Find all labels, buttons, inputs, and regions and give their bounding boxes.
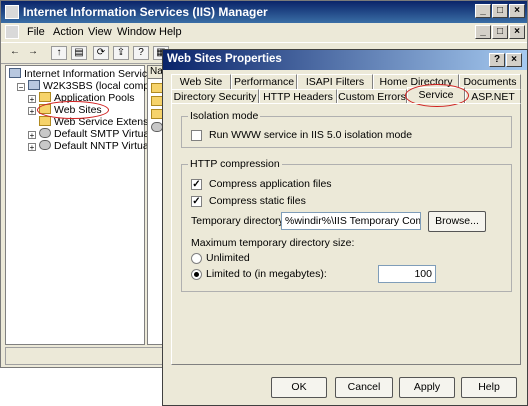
http-compression-group: HTTP compression ✓ Compress application … — [181, 158, 512, 292]
expand-web-sites-icon[interactable]: + — [28, 107, 36, 116]
iis5-isolation-checkbox[interactable] — [191, 130, 202, 141]
limited-label: Limited to (in megabytes): — [206, 268, 327, 280]
forward-icon[interactable]: → — [25, 46, 41, 60]
refresh-icon[interactable]: ⟳ — [93, 46, 109, 60]
tab-directory-security[interactable]: Directory Security — [171, 89, 259, 104]
max-directory-size-label: Maximum temporary directory size: — [191, 237, 355, 249]
tree-pane: Internet Information Services − W2K3SBS … — [5, 65, 171, 345]
unlimited-radio[interactable] — [191, 253, 202, 264]
close-button[interactable]: × — [509, 4, 525, 18]
web-sites-properties-dialog: Web Sites Properties ? × Web Site Perfor… — [162, 49, 528, 406]
nntp-icon — [39, 140, 51, 150]
menu-view[interactable]: View — [88, 26, 112, 38]
mmc-icon — [5, 25, 19, 39]
up-folder-icon[interactable]: ↑ — [51, 46, 67, 60]
temporary-directory-input[interactable]: %windir%\IIS Temporary Compress — [281, 212, 421, 230]
collapse-server-icon[interactable]: − — [17, 83, 25, 92]
tab-documents[interactable]: Documents — [459, 74, 521, 89]
export-icon[interactable]: ⇪ — [113, 46, 129, 60]
back-icon[interactable]: ← — [7, 46, 23, 60]
tab-asp-net[interactable]: ASP.NET — [465, 89, 521, 104]
tab-custom-errors[interactable]: Custom Errors — [337, 89, 407, 104]
compress-static-files-label: Compress static files — [209, 195, 306, 207]
compress-application-files-label: Compress application files — [209, 178, 332, 190]
service-tab-panel: Isolation mode Run WWW service in IIS 5.… — [171, 103, 521, 365]
tab-http-headers[interactable]: HTTP Headers — [259, 89, 337, 104]
smtp-icon — [39, 128, 51, 138]
minimize-button[interactable]: _ — [475, 4, 491, 18]
iis-root-icon — [9, 68, 21, 78]
compress-application-files-checkbox[interactable]: ✓ — [191, 179, 202, 190]
tab-web-site[interactable]: Web Site — [171, 74, 231, 89]
dialog-title-bar[interactable]: Web Sites Properties ? × — [163, 50, 527, 70]
isolation-mode-group: Isolation mode Run WWW service in IIS 5.… — [181, 110, 512, 148]
menu-action[interactable]: Action — [53, 26, 84, 38]
menu-file[interactable]: File — [27, 26, 45, 38]
tab-performance[interactable]: Performance — [231, 74, 297, 89]
limit-megabytes-input[interactable]: 100 — [378, 265, 436, 283]
computer-icon — [28, 80, 40, 90]
dialog-title: Web Sites Properties — [167, 53, 282, 65]
child-close-button[interactable]: × — [509, 25, 525, 39]
child-minimize-button[interactable]: _ — [475, 25, 491, 39]
folder-icon — [39, 92, 51, 102]
cancel-button[interactable]: Cancel — [335, 377, 393, 398]
dialog-close-button[interactable]: × — [506, 53, 522, 67]
help-button[interactable]: Help — [461, 377, 517, 398]
unlimited-label: Unlimited — [206, 252, 250, 264]
iis5-isolation-label: Run WWW service in IIS 5.0 isolation mod… — [209, 129, 413, 141]
expand-app-pools-icon[interactable]: + — [28, 95, 36, 104]
expand-nntp-icon[interactable]: + — [28, 143, 36, 152]
temporary-directory-label: Temporary directory: — [191, 215, 287, 227]
show-tree-icon[interactable]: ▤ — [71, 46, 87, 60]
limited-radio[interactable] — [191, 269, 202, 280]
maximize-button[interactable]: □ — [492, 4, 508, 18]
expand-smtp-icon[interactable]: + — [28, 131, 36, 140]
apply-button[interactable]: Apply — [399, 377, 455, 398]
annotation-circle-web-sites — [37, 101, 109, 119]
compress-static-files-checkbox[interactable]: ✓ — [191, 196, 202, 207]
dialog-help-button[interactable]: ? — [489, 53, 505, 67]
tab-isapi-filters[interactable]: ISAPI Filters — [297, 74, 373, 89]
main-window-title: Internet Information Services (IIS) Mana… — [23, 5, 268, 19]
browse-button[interactable]: Browse... — [428, 211, 486, 232]
iis-app-icon — [5, 5, 19, 19]
menu-bar: File Action View Window Help _ □ × — [1, 23, 527, 42]
http-compression-legend: HTTP compression — [188, 158, 282, 170]
menu-help[interactable]: Help — [159, 26, 182, 38]
ok-button[interactable]: OK — [271, 377, 327, 398]
main-title-bar[interactable]: Internet Information Services (IIS) Mana… — [1, 1, 527, 23]
help-icon[interactable]: ? — [133, 46, 149, 60]
isolation-mode-legend: Isolation mode — [188, 110, 261, 122]
menu-window[interactable]: Window — [117, 26, 156, 38]
folder-icon — [39, 116, 51, 126]
child-restore-button[interactable]: □ — [492, 25, 508, 39]
